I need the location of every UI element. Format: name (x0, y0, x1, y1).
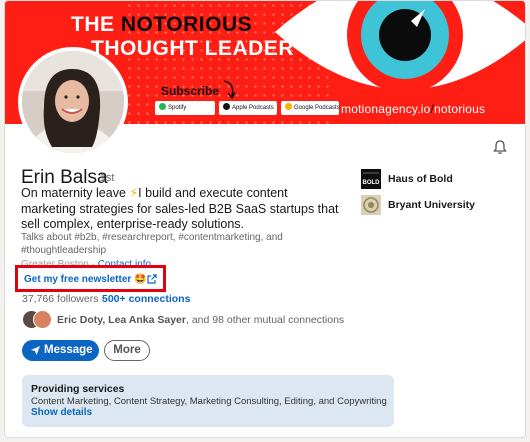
services-title: Providing services (31, 383, 125, 395)
bell-icon[interactable] (492, 139, 508, 155)
talks-about: Talks about #b2b, #researchreport, #cont… (21, 232, 283, 256)
apple-podcasts-badge: Apple Podcasts (219, 101, 277, 115)
haus-of-bold-logo: BOLD (361, 169, 381, 189)
newsletter-link-label: Get my free newsletter (24, 274, 132, 285)
google-podcasts-icon (285, 103, 292, 110)
newsletter-link[interactable]: Get my free newsletter 🤩 (24, 274, 147, 285)
mutual-avatars[interactable] (22, 310, 54, 330)
show-details-link[interactable]: Show details (31, 407, 92, 418)
mutual-connections[interactable]: Eric Doty, Lea Anka Sayer, and 98 other … (57, 314, 344, 326)
lightning-icon: ⚡ (129, 186, 139, 200)
google-podcasts-badge: Google Podcasts (281, 101, 340, 115)
spotify-label: Spotify (168, 105, 187, 111)
more-button[interactable]: More (104, 340, 150, 361)
external-link-icon[interactable] (147, 274, 157, 284)
connection-degree: · 1st (93, 172, 115, 184)
education-name: Bryant University (388, 199, 475, 211)
spotify-badge: Spotify (155, 101, 215, 115)
apple-icon (223, 103, 230, 110)
avatar[interactable] (18, 47, 128, 157)
apple-podcasts-label: Apple Podcasts (232, 105, 274, 111)
mutual-rest: , and 98 other mutual connections (185, 314, 345, 326)
banner-title-bold: NOTORIOUS (120, 13, 253, 36)
message-button-label: Message (44, 344, 93, 356)
banner-title: THE NOTORIOUS THOUGHT LEADER (71, 13, 294, 61)
banner-subscribe: Subscribe (161, 84, 220, 98)
bryant-university-logo (361, 195, 381, 215)
banner-website-path: notorious (434, 102, 486, 116)
banner-website: motionagency.io/notorious (341, 102, 485, 116)
services-list: Content Marketing, Content Strategy, Mar… (31, 396, 387, 407)
google-podcasts-label: Google Podcasts (294, 105, 340, 111)
followers-count: 37,766 followers · (22, 293, 105, 305)
experience-name: Haus of Bold (388, 173, 453, 185)
newsletter-highlight-box: Get my free newsletter 🤩 (15, 265, 166, 292)
spotify-icon (159, 103, 166, 110)
mutual-avatar (33, 310, 52, 329)
headline-lead: On maternity leave (21, 186, 130, 200)
message-button[interactable]: Message (22, 340, 99, 361)
profile-card: THE NOTORIOUS THOUGHT LEADER Subscribe S… (4, 0, 526, 438)
send-icon (31, 346, 40, 355)
newsletter-emoji-icon: 🤩 (134, 274, 147, 285)
curved-arrow-icon (223, 80, 236, 100)
mutual-names: Eric Doty, Lea Anka Sayer (57, 314, 186, 326)
banner-website-domain: motionagency.io (341, 102, 431, 116)
avatar-photo (22, 51, 124, 153)
profile-headline: On maternity leave ⚡I build and execute … (21, 186, 343, 233)
banner-title-prefix: THE (71, 13, 121, 36)
services-card: Providing services Content Marketing, Co… (22, 375, 394, 427)
followers-text: 37,766 followers (22, 293, 99, 305)
haus-of-bold-logo-text: BOLD (363, 180, 381, 186)
eye-graphic (275, 1, 525, 93)
connections-link[interactable]: 500+ connections (102, 293, 190, 305)
